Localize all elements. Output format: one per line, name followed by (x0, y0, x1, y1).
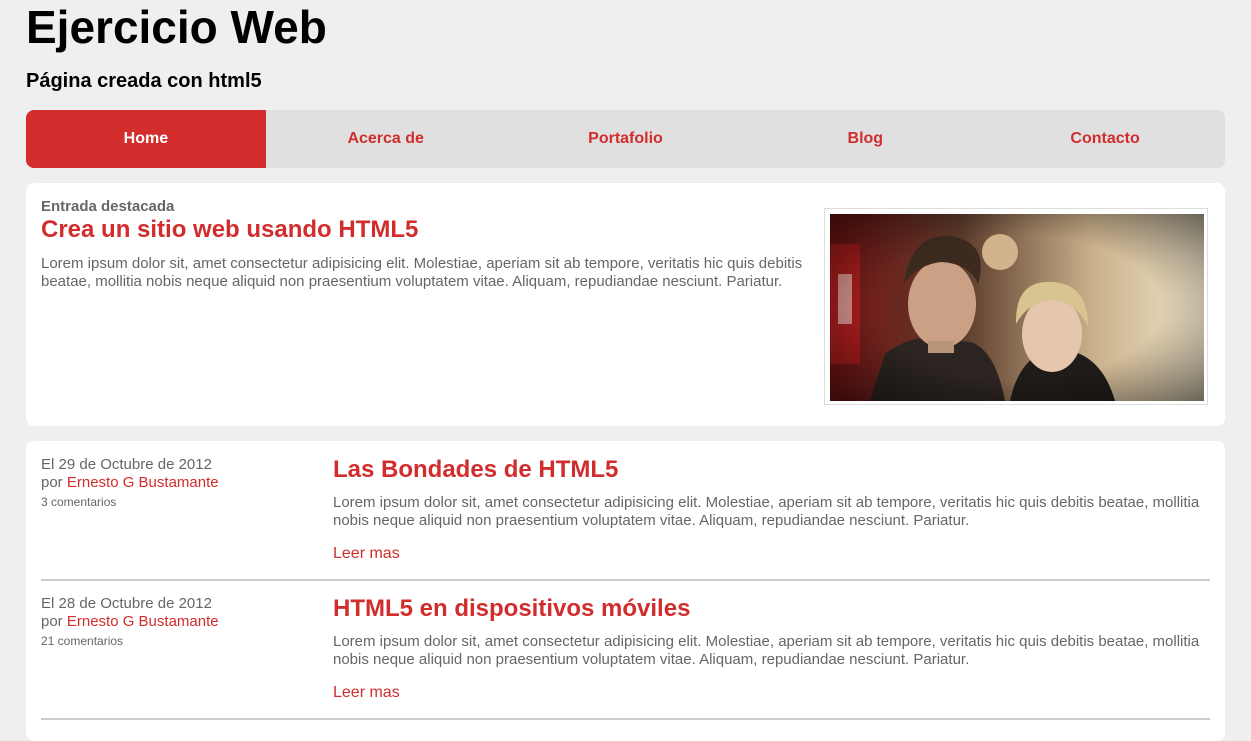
featured-image (824, 208, 1208, 405)
post-body: Lorem ipsum dolor sit, amet consectetur … (333, 633, 1200, 668)
post-comments: 21 comentarios (41, 634, 124, 648)
nav-item-acerca-de[interactable]: Acerca de (266, 110, 506, 168)
read-more-link[interactable]: Leer mas (333, 545, 400, 563)
post-comments: 3 comentarios (41, 495, 117, 509)
post-date: El 28 de Octubre de 2012 (41, 595, 212, 612)
featured-photo (830, 214, 1204, 401)
page: Ejercicio Web Página creada con html5 Ho… (0, 0, 1251, 741)
post-body: Lorem ipsum dolor sit, amet consectetur … (333, 494, 1200, 529)
site-subtitle: Página creada con html5 (26, 70, 262, 92)
list-item: El 28 de Octubre de 2012 por Ernesto G B… (41, 580, 1210, 720)
post-author-link[interactable]: Ernesto G Bustamante (67, 613, 219, 630)
featured-title[interactable]: Crea un sitio web usando HTML5 (41, 216, 418, 244)
post-author-prefix: por (41, 613, 67, 630)
list-item: El 29 de Octubre de 2012 por Ernesto G B… (41, 441, 1210, 581)
post-author-link[interactable]: Ernesto G Bustamante (67, 474, 219, 491)
post-title[interactable]: Las Bondades de HTML5 (333, 456, 618, 484)
post-list: El 29 de Octubre de 2012 por Ernesto G B… (26, 441, 1225, 741)
nav-item-contacto[interactable]: Contacto (985, 110, 1225, 168)
nav-item-blog[interactable]: Blog (745, 110, 985, 168)
post-author-prefix: por (41, 474, 67, 491)
nav-item-home[interactable]: Home (26, 110, 266, 168)
read-more-link[interactable]: Leer mas (333, 684, 400, 702)
featured-entry: Entrada destacada Crea un sitio web usan… (26, 183, 1225, 426)
post-date: El 29 de Octubre de 2012 (41, 456, 212, 473)
post-title[interactable]: HTML5 en dispositivos móviles (333, 595, 690, 623)
post-author-line: por Ernesto G Bustamante (41, 474, 219, 491)
post-author-line: por Ernesto G Bustamante (41, 613, 219, 630)
featured-body: Lorem ipsum dolor sit, amet consectetur … (41, 255, 803, 290)
site-title: Ejercicio Web (26, 1, 327, 53)
nav-item-portafolio[interactable]: Portafolio (506, 110, 746, 168)
featured-kicker: Entrada destacada (41, 198, 175, 215)
main-nav: Home Acerca de Portafolio Blog Contacto (26, 110, 1225, 168)
